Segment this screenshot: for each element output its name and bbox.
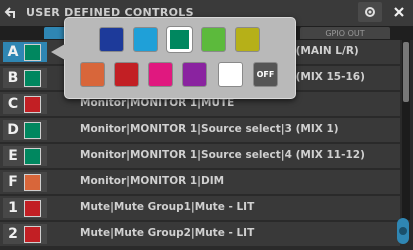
back-button[interactable] bbox=[0, 0, 22, 26]
list-item-d[interactable]: D Monitor|MONITOR 1|Source select|3 (MIX… bbox=[0, 118, 400, 142]
row-key-c[interactable]: C bbox=[3, 94, 47, 114]
list-item-f[interactable]: F Monitor|MONITOR 1|DIM bbox=[0, 170, 400, 194]
color-off-button[interactable]: OFF bbox=[253, 62, 278, 87]
row-key-label: E bbox=[8, 148, 18, 164]
row-assignment: Monitor|MONITOR 1|DIM bbox=[80, 175, 225, 187]
color-option-green[interactable] bbox=[167, 27, 192, 52]
row-key-1[interactable]: 1 bbox=[3, 198, 47, 218]
row-assignment: Monitor|MONITOR 1|Source select|3 (MIX 1… bbox=[80, 123, 339, 135]
row-key-label: B bbox=[7, 70, 19, 86]
color-option-magenta[interactable] bbox=[148, 62, 173, 87]
list-item-e[interactable]: E Monitor|MONITOR 1|Source select|4 (MIX… bbox=[0, 144, 400, 168]
row-key-b[interactable]: B bbox=[3, 68, 47, 88]
tab-gpio-out[interactable]: GPIO OUT bbox=[300, 27, 390, 39]
row-key-label: 1 bbox=[8, 200, 18, 216]
list-item-1[interactable]: 1 Mute|Mute Group1|Mute - LIT bbox=[0, 196, 400, 220]
row-key-label: C bbox=[7, 96, 19, 112]
color-option-yellow[interactable] bbox=[235, 27, 260, 52]
color-option-dark-blue[interactable] bbox=[99, 27, 124, 52]
row-key-label: A bbox=[7, 44, 19, 60]
color-swatch[interactable] bbox=[24, 95, 41, 113]
color-swatch[interactable] bbox=[24, 69, 41, 87]
color-option-purple[interactable] bbox=[182, 62, 207, 87]
color-option-red[interactable] bbox=[114, 62, 139, 87]
color-swatch[interactable] bbox=[24, 147, 41, 165]
row-key-e[interactable]: E bbox=[3, 146, 47, 166]
close-icon bbox=[394, 7, 404, 17]
color-swatch[interactable] bbox=[24, 121, 41, 139]
close-button[interactable] bbox=[390, 3, 408, 21]
row-key-label: 2 bbox=[8, 226, 18, 242]
off-label: OFF bbox=[256, 70, 275, 79]
tab-label: GPIO OUT bbox=[325, 28, 365, 38]
row-assignment: Mute|Mute Group2|Mute - LIT bbox=[80, 227, 255, 239]
scroll-handle-icon bbox=[397, 218, 409, 244]
color-option-white[interactable] bbox=[218, 62, 243, 87]
scroll-handle[interactable] bbox=[394, 216, 412, 246]
color-swatch[interactable] bbox=[24, 199, 41, 217]
back-arrow-icon bbox=[4, 7, 15, 18]
row-key-label: D bbox=[7, 122, 19, 138]
gear-icon bbox=[365, 7, 375, 17]
color-swatch[interactable] bbox=[24, 225, 41, 243]
row-key-label: F bbox=[8, 174, 18, 190]
list-item-2[interactable]: 2 Mute|Mute Group2|Mute - LIT bbox=[0, 222, 400, 246]
settings-button[interactable] bbox=[358, 2, 382, 22]
row-key-a[interactable]: A bbox=[3, 42, 47, 62]
color-option-light-blue[interactable] bbox=[133, 27, 158, 52]
popup-pointer bbox=[51, 44, 65, 60]
color-swatch[interactable] bbox=[24, 43, 41, 61]
row-assignment: Mute|Mute Group1|Mute - LIT bbox=[80, 201, 255, 213]
row-key-f[interactable]: F bbox=[3, 172, 47, 192]
color-swatch[interactable] bbox=[24, 173, 41, 191]
color-option-orange[interactable] bbox=[80, 62, 105, 87]
scrollbar-thumb[interactable] bbox=[403, 42, 409, 102]
color-option-light-green[interactable] bbox=[201, 27, 226, 52]
row-key-d[interactable]: D bbox=[3, 120, 47, 140]
color-picker-popup: OFF bbox=[51, 17, 296, 99]
row-assignment: Monitor|MONITOR 1|Source select|4 (MIX 1… bbox=[80, 149, 365, 161]
row-key-2[interactable]: 2 bbox=[3, 224, 47, 244]
